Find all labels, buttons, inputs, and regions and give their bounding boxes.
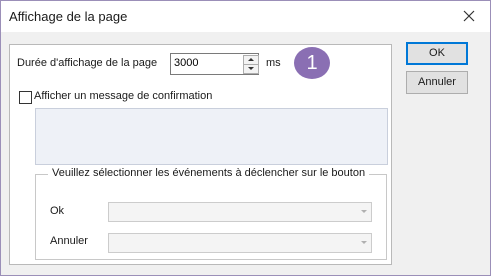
chevron-down-icon[interactable]: [361, 210, 367, 213]
cancel-button[interactable]: Annuler: [406, 71, 468, 94]
events-group: Veuillez sélectionner les événements à d…: [35, 167, 387, 260]
cancel-event-select[interactable]: [108, 233, 372, 253]
duration-unit: ms: [266, 57, 281, 69]
confirmation-label[interactable]: Afficher un message de confirmation: [34, 90, 212, 102]
confirmation-checkbox[interactable]: [19, 91, 32, 104]
duration-label: Durée d'affichage de la page: [17, 57, 158, 69]
cancel-event-label: Annuler: [50, 235, 88, 247]
arrow-down-icon[interactable]: [243, 64, 259, 74]
ok-event-label: Ok: [50, 205, 65, 217]
duration-input[interactable]: [172, 55, 244, 71]
dialog-window: Affichage de la page Durée d'affichage d…: [0, 0, 491, 276]
events-legend: Veuillez sélectionner les événements à d…: [48, 167, 370, 179]
window-title: Affichage de la page: [9, 9, 128, 24]
duration-spinner[interactable]: [170, 53, 259, 75]
ok-button[interactable]: OK: [406, 42, 468, 65]
step-badge: 1: [294, 47, 330, 79]
spinner-buttons: [243, 55, 259, 74]
chevron-down-icon[interactable]: [361, 241, 367, 244]
confirmation-message-field[interactable]: [35, 108, 388, 165]
title-bar: Affichage de la page: [1, 1, 490, 32]
close-icon[interactable]: [462, 9, 476, 23]
dialog-body: Durée d'affichage de la page ms 1 Affich…: [1, 32, 490, 275]
ok-event-select[interactable]: [108, 202, 372, 222]
settings-panel: Durée d'affichage de la page ms 1 Affich…: [9, 44, 392, 265]
